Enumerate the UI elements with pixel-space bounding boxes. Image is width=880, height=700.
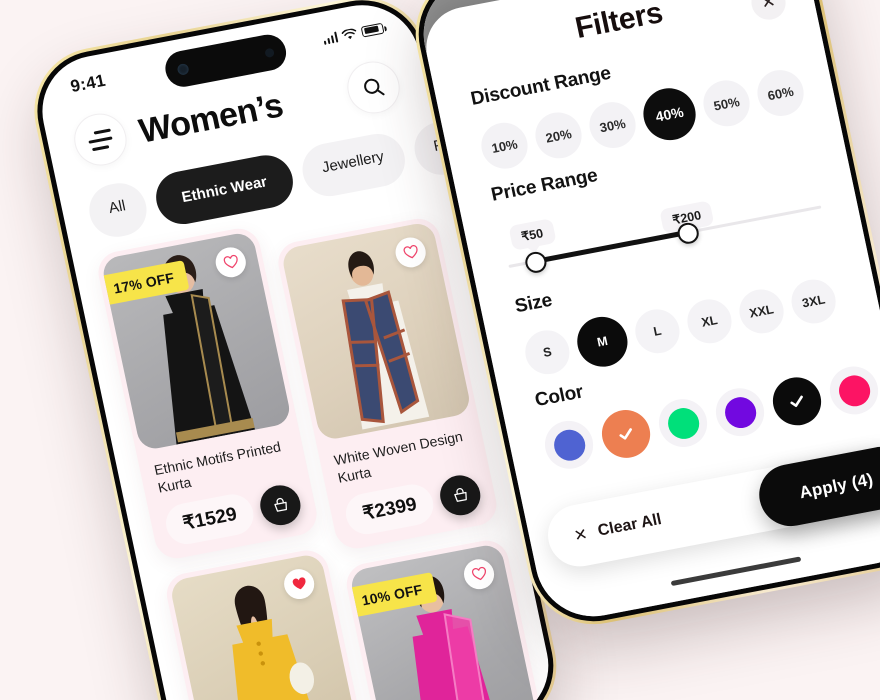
add-to-cart-button[interactable] [256, 482, 305, 529]
product-image: 10% OFF [348, 542, 541, 700]
battery-icon [360, 22, 385, 38]
wifi-icon [341, 27, 358, 41]
product-photo-figure [341, 251, 430, 430]
color-swatch [550, 426, 588, 463]
heart-filled-icon [290, 576, 308, 593]
product-image [280, 220, 473, 442]
size-option-xxl[interactable]: XXL [735, 285, 788, 338]
front-camera-icon [176, 62, 190, 76]
slider-handle-min[interactable] [523, 250, 549, 275]
close-filters-button[interactable]: ✕ [748, 0, 789, 23]
clear-all-button[interactable]: ✕ Clear All [572, 510, 664, 546]
product-price: ₹2399 [342, 480, 438, 538]
heart-outline-icon [402, 244, 420, 261]
color-option-green[interactable] [654, 395, 712, 452]
size-option-3xl[interactable]: 3XL [787, 275, 840, 328]
size-option-s[interactable]: S [521, 326, 574, 378]
status-time: 9:41 [68, 70, 108, 96]
color-option-black[interactable] [768, 373, 826, 430]
heart-outline-icon [222, 254, 240, 271]
check-icon [619, 428, 632, 440]
face-id-sensor-icon [264, 47, 275, 58]
color-option-pink[interactable] [825, 362, 880, 419]
product-image: 17% OFF [100, 230, 293, 452]
status-icons [322, 22, 385, 45]
close-icon: ✕ [572, 526, 590, 546]
hamburger-menu-icon [87, 128, 115, 151]
signal-bars-icon [322, 31, 339, 45]
size-option-xl[interactable]: XL [683, 295, 736, 347]
apply-filters-button[interactable]: Apply (4) [753, 441, 880, 532]
color-option-blue[interactable] [540, 416, 598, 473]
product-price: ₹1529 [162, 490, 258, 548]
clear-all-label: Clear All [596, 511, 664, 540]
heart-outline-icon [470, 566, 488, 583]
product-photo-figure [232, 585, 315, 700]
color-swatch [664, 405, 702, 442]
size-option-l[interactable]: L [631, 305, 684, 357]
check-icon [790, 395, 803, 407]
color-swatch [835, 372, 873, 409]
color-swatch [721, 394, 759, 431]
color-swatch [597, 405, 655, 462]
discount-option-20[interactable]: 20% [531, 108, 586, 163]
size-option-m[interactable]: M [572, 312, 633, 371]
search-icon [359, 73, 388, 101]
shopping-basket-icon [450, 486, 470, 506]
add-to-cart-button[interactable] [436, 472, 485, 519]
product-card[interactable]: 10% OFF [342, 536, 547, 700]
price-min-label: ₹50 [507, 218, 557, 251]
filters-title: Filters [572, 0, 666, 45]
close-icon: ✕ [759, 0, 778, 13]
color-option-purple[interactable] [711, 384, 769, 441]
slider-selected-range [539, 230, 685, 263]
discount-option-30[interactable]: 30% [585, 98, 640, 152]
discount-option-60[interactable]: 60% [753, 66, 808, 120]
mockup-stage: 9:41 Women’s All Ethnic Wear Jewellery 1… [0, 0, 880, 700]
color-swatch [768, 373, 826, 430]
shopping-basket-icon [270, 496, 290, 516]
product-image [168, 552, 361, 700]
discount-option-40[interactable]: 40% [638, 83, 701, 145]
discount-option-50[interactable]: 50% [699, 76, 754, 131]
discount-option-10[interactable]: 10% [477, 118, 532, 173]
color-option-orange[interactable] [597, 405, 655, 462]
